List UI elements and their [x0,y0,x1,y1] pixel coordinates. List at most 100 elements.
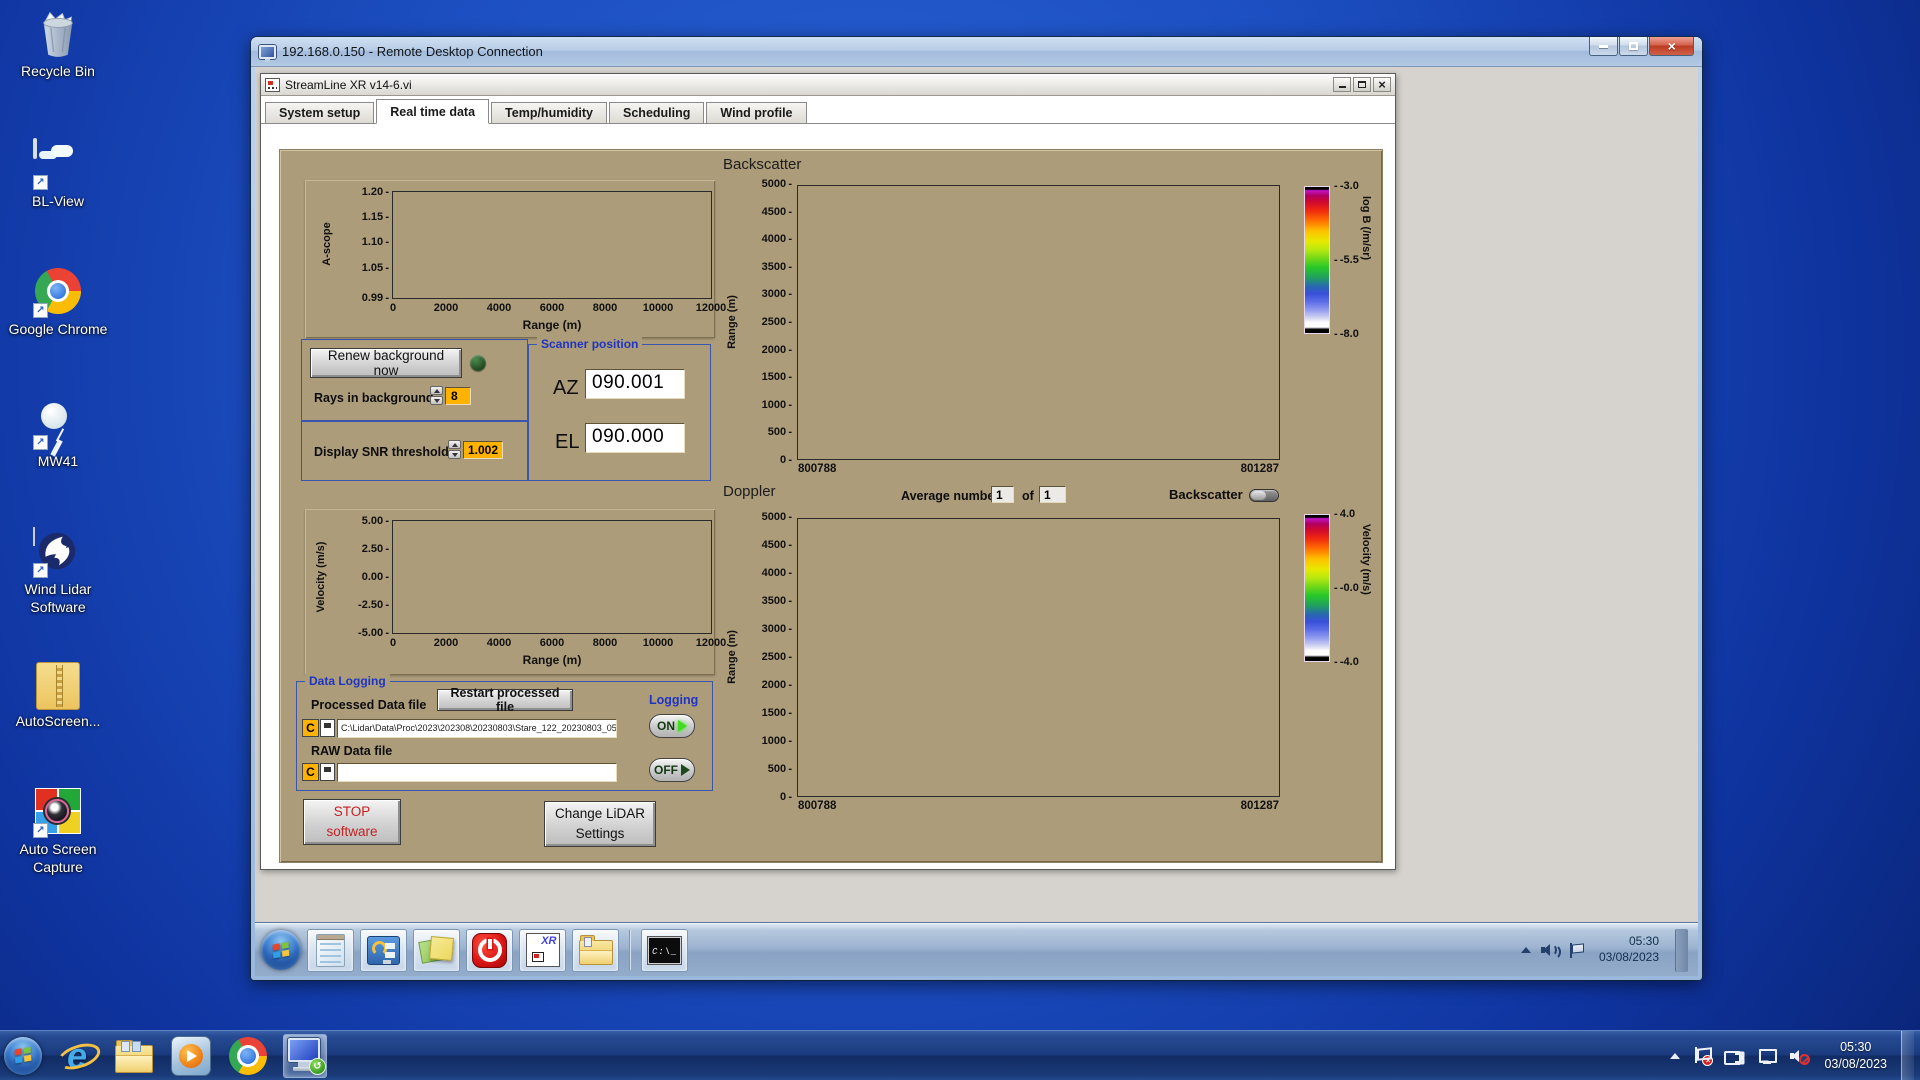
el-value-field[interactable]: 090.000 [585,423,685,453]
raw-path-field[interactable] [337,763,617,782]
remote-taskbar-sticky-notes[interactable] [413,928,460,972]
remote-desktop-area: StreamLine XR v14-6.vi System setup Real… [255,67,1698,976]
remote-taskbar-folder[interactable] [572,928,619,972]
network-icon[interactable] [1758,1048,1778,1064]
remote-taskbar-control-panel[interactable] [360,928,407,972]
remote-taskbar-cmd[interactable]: C:\_ [641,928,688,972]
processed-logging-on-switch[interactable]: ON [649,714,695,738]
velocity-xtick: 10000 [642,637,674,649]
host-system-tray: 05:30 03/08/2023 [1670,1030,1916,1080]
desktop-icon-label: MW41 [37,453,79,469]
rays-spinner[interactable] [430,386,443,405]
desktop-icon-label: Recycle Bin [21,63,95,79]
restart-processed-file-button[interactable]: Restart processed file [437,686,573,714]
recycle-bin-icon [33,10,83,60]
remote-clock[interactable]: 05:30 03/08/2023 [1593,934,1665,965]
raw-browse-icon[interactable] [320,763,335,781]
rdp-maximize-button[interactable] [1619,37,1648,56]
internet-explorer-icon: e [57,1036,97,1076]
action-center-flag-icon[interactable] [1694,1047,1714,1066]
desktop-icon-autoscreen[interactable]: AutoScreen... [8,660,108,731]
volume-icon[interactable] [1540,943,1561,960]
host-start-button[interactable] [4,1036,42,1075]
velocity-ytick: 2.50 [362,543,389,555]
app-minimize-button[interactable] [1333,77,1351,92]
tab-system-setup[interactable]: System setup [265,102,375,123]
show-hidden-icons-arrow-icon[interactable] [1670,1052,1681,1059]
streamline-titlebar[interactable]: StreamLine XR v14-6.vi [261,74,1395,96]
velocity-xtick: 12000 [695,637,727,649]
raw-logging-off-switch[interactable]: OFF [649,758,695,782]
tab-scheduling[interactable]: Scheduling [609,102,705,123]
processed-drive-combo[interactable]: C [302,719,319,737]
control-panel-icon [367,935,400,965]
velocity-xtick: 8000 [592,637,618,649]
tab-wind-profile[interactable]: Wind profile [706,102,807,123]
desktop-icon-wind-lidar[interactable]: Wind Lidar Software [8,527,108,616]
doppler-colorbar-label: Velocity (m/s) [1360,524,1372,595]
remote-start-button[interactable] [261,930,301,970]
action-center-flag-icon[interactable] [1569,942,1583,958]
processed-browse-icon[interactable] [320,719,335,737]
app-restore-button[interactable] [1353,77,1371,92]
bl-view-icon [33,138,83,190]
background-led-indicator [470,355,486,371]
desktop-icon-google-chrome[interactable]: Google Chrome [8,268,108,339]
tab-real-time-data[interactable]: Real time data [376,99,490,124]
snr-spinner[interactable] [448,440,461,459]
remote-taskbar-stop-app[interactable] [466,928,513,972]
remote-taskbar-labview-xr[interactable]: XR [519,928,566,972]
remote-show-desktop-button[interactable] [1675,928,1688,972]
desktop-icon-auto-screen-capture[interactable]: Auto Screen Capture [8,788,108,876]
ascope-ytick: 1.05 [362,262,389,274]
volume-muted-icon[interactable] [1790,1048,1811,1065]
backscatter-toggle-label: Backscatter [1169,487,1243,502]
desktop-icon-recycle-bin[interactable]: Recycle Bin [8,10,108,81]
host-taskbar-internet-explorer[interactable]: e [55,1034,99,1078]
show-hidden-icons-arrow-icon[interactable] [1520,947,1531,953]
host-taskbar-media-player[interactable] [169,1034,213,1078]
ascope-plot [392,191,712,299]
average-total-field[interactable]: 1 [1039,486,1066,503]
host-clock[interactable]: 05:30 03/08/2023 [1824,1039,1887,1073]
chrome-icon [33,268,83,318]
change-lidar-settings-button[interactable]: Change LiDAR Settings [544,801,656,847]
ascope-xtick: 12000 [695,302,727,314]
stop-software-button[interactable]: STOP software [303,799,401,845]
chrome-icon [229,1036,267,1075]
az-label: AZ [553,377,579,399]
host-taskbar-remote-desktop[interactable] [283,1033,327,1078]
el-label: EL [555,431,580,453]
remote-desktop-icon [286,1037,326,1075]
power-plug-icon[interactable] [1724,1049,1744,1065]
ascope-xtick: 10000 [642,302,674,314]
labview-xr-icon: XR [525,933,560,967]
remote-taskbar-notepad[interactable] [307,928,354,972]
desktop-icon-mw41[interactable]: MW41 [8,400,108,471]
doppler-cbtick: 4.0 [1334,508,1355,520]
rdp-minimize-button[interactable] [1589,37,1618,56]
app-close-button[interactable] [1373,77,1391,92]
ascope-graph: A-scope 1.20 1.15 1.10 1.05 0.99 0 2000 … [305,180,726,338]
raw-drive-combo[interactable]: C [302,763,319,781]
renew-background-button[interactable]: Renew background now [310,348,462,378]
rdp-close-button[interactable]: × [1649,37,1694,56]
processed-data-file-label: Processed Data file [311,698,427,712]
az-value-field[interactable]: 090.001 [585,369,685,399]
backscatter-doppler-toggle[interactable] [1249,489,1279,502]
rdp-titlebar[interactable]: 192.168.0.150 - Remote Desktop Connectio… [251,37,1702,67]
processed-path-field[interactable]: C:\Lidar\Data\Proc\2023\202308\20230803\… [337,719,617,738]
wind-lidar-icon [33,527,83,578]
backscatter-colorbar [1304,186,1330,334]
desktop-icon-label: Google Chrome [8,321,108,337]
snr-value-field[interactable]: 1.002 [463,441,503,459]
host-taskbar-chrome[interactable] [226,1034,270,1078]
average-number-field[interactable]: 1 [991,486,1014,503]
velocity-x-axis-label: Range (m) [522,653,582,667]
host-taskbar-explorer[interactable] [112,1034,156,1078]
desktop-icon-bl-view[interactable]: BL-View [8,138,108,211]
ascope-y-axis-label: A-scope [321,222,333,266]
rays-value-field[interactable]: 8 [445,387,471,405]
host-show-desktop-button[interactable] [1901,1030,1914,1080]
tab-temp-humidity[interactable]: Temp/humidity [491,102,608,123]
